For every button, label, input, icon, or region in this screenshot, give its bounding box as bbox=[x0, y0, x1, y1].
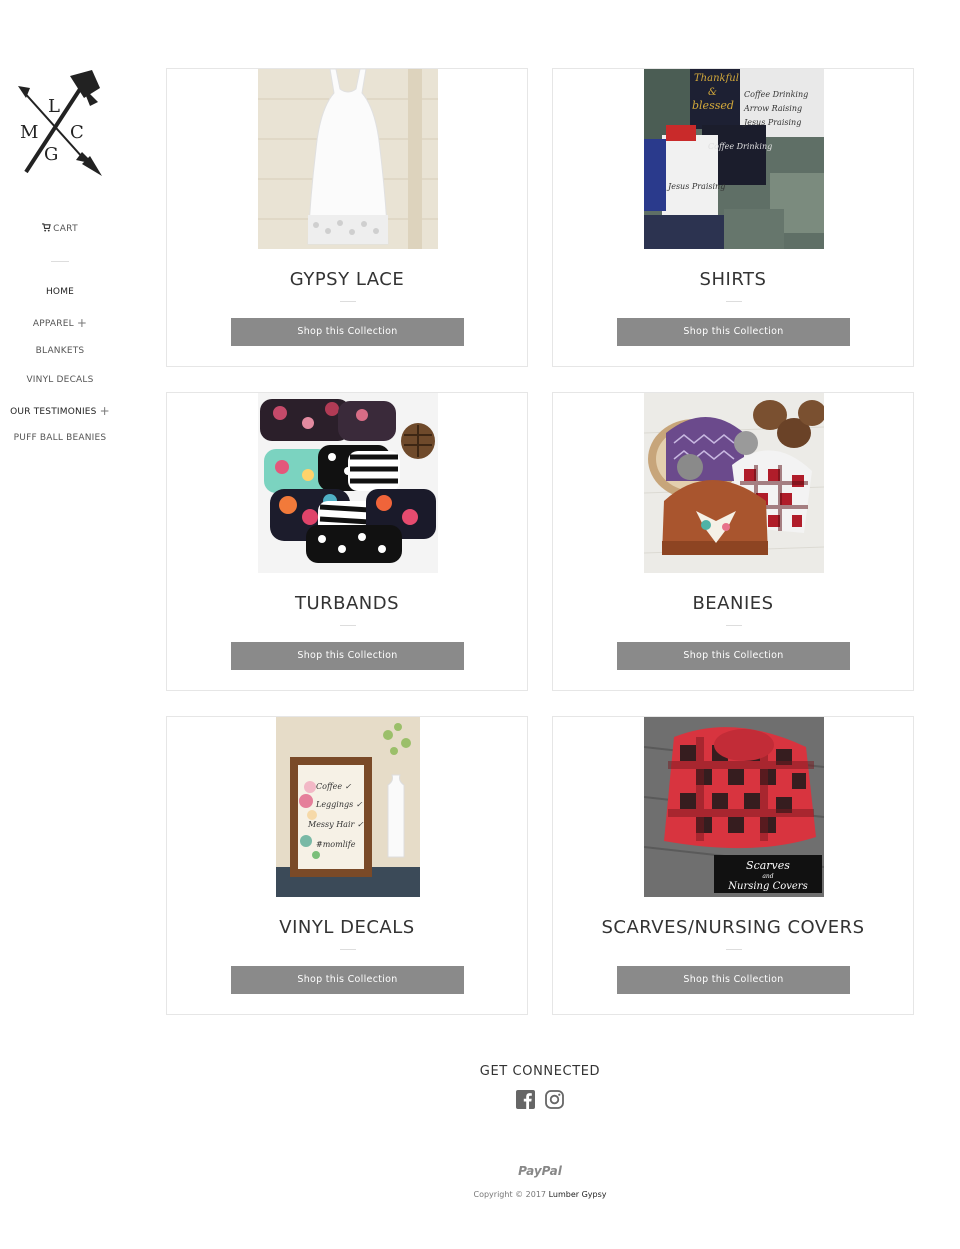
expand-plus-icon[interactable]: + bbox=[100, 404, 110, 418]
shirt-text: Coffee Drinking bbox=[744, 90, 808, 99]
nav-item-blankets[interactable]: BLANKETS bbox=[0, 346, 120, 375]
nav-item-home[interactable]: HOME bbox=[0, 287, 120, 316]
shop-collection-button[interactable]: Shop this Collection bbox=[617, 642, 850, 670]
shirt-text: Arrow Raising bbox=[743, 104, 802, 113]
scarf-text: Scarves bbox=[746, 859, 790, 872]
collection-image-shirts[interactable]: Thankful & blessed Coffee Drinking Arrow… bbox=[644, 69, 824, 249]
shirt-text: Jesus Praising bbox=[742, 118, 801, 127]
collection-title[interactable]: TURBANDS bbox=[167, 593, 527, 614]
shirt-text: Thankful bbox=[694, 73, 739, 84]
sidebar-divider bbox=[51, 261, 69, 262]
collection-title[interactable]: GYPSY LACE bbox=[167, 269, 527, 290]
nav-item-apparel[interactable]: APPAREL + bbox=[0, 316, 120, 345]
shirt-text: Coffee Drinking bbox=[708, 142, 772, 151]
facebook-icon[interactable] bbox=[516, 1090, 535, 1109]
store-logo[interactable]: L M C G bbox=[12, 68, 108, 180]
copyright-text: Copyright © 2017 bbox=[473, 1190, 547, 1199]
shop-collection-button[interactable]: Shop this Collection bbox=[231, 966, 464, 994]
copyright: Copyright © 2017 Lumber Gypsy bbox=[400, 1190, 680, 1199]
decal-text: Messy Hair ✓ bbox=[307, 820, 364, 829]
logo-letter-l: L bbox=[48, 96, 60, 117]
title-divider bbox=[726, 949, 742, 950]
get-connected-heading: GET CONNECTED bbox=[479, 1064, 601, 1079]
collection-card-scarves-nursing-covers[interactable]: Scarves and Nursing Covers SCARVES/NURSI… bbox=[552, 716, 914, 1015]
social-links bbox=[516, 1090, 564, 1109]
cart-link[interactable]: CART bbox=[0, 223, 120, 234]
brand-link[interactable]: Lumber Gypsy bbox=[549, 1190, 607, 1199]
nav-label: HOME bbox=[45, 287, 75, 297]
collection-title[interactable]: VINYL DECALS bbox=[167, 917, 527, 938]
nav-label: VINYL DECALS bbox=[26, 374, 94, 385]
title-divider bbox=[726, 625, 742, 626]
nav-item-puff-ball-beanies[interactable]: PUFF BALL BEANIES bbox=[0, 433, 120, 462]
shirt-text: blessed bbox=[692, 99, 734, 112]
collection-image-vinyl-decals[interactable]: Coffee ✓ Leggings ✓ Messy Hair ✓ #momlif… bbox=[276, 717, 420, 897]
paypal-badge: PayPal bbox=[518, 1164, 562, 1178]
scarf-text: Nursing Covers bbox=[727, 881, 807, 892]
cart-icon bbox=[42, 223, 51, 232]
cart-label: CART bbox=[53, 224, 78, 234]
shop-collection-button[interactable]: Shop this Collection bbox=[231, 642, 464, 670]
decal-text: #momlife bbox=[316, 840, 356, 849]
logo-letter-c: C bbox=[70, 122, 84, 143]
nav-label: PUFF BALL BEANIES bbox=[13, 433, 107, 444]
collection-card-turbands[interactable]: TURBANDS Shop this Collection bbox=[166, 392, 528, 691]
instagram-icon[interactable] bbox=[545, 1090, 564, 1109]
collection-card-vinyl-decals[interactable]: Coffee ✓ Leggings ✓ Messy Hair ✓ #momlif… bbox=[166, 716, 528, 1015]
collection-title[interactable]: BEANIES bbox=[553, 593, 913, 614]
title-divider bbox=[340, 625, 356, 626]
nav-label: OUR TESTIMONIES bbox=[10, 407, 97, 418]
nav-label: APPAREL bbox=[32, 319, 74, 330]
shop-collection-button[interactable]: Shop this Collection bbox=[617, 318, 850, 346]
logo-letter-m: M bbox=[20, 122, 38, 143]
sidebar: L M C G CART HOME APPAREL + BLANKETS VINY… bbox=[0, 0, 120, 1249]
shirt-text: & bbox=[708, 87, 717, 98]
title-divider bbox=[726, 301, 742, 302]
collection-card-beanies[interactable]: BEANIES Shop this Collection bbox=[552, 392, 914, 691]
shirt-text: Jesus Praising bbox=[666, 182, 725, 191]
expand-plus-icon[interactable]: + bbox=[77, 316, 87, 330]
collection-title[interactable]: SCARVES/NURSING COVERS bbox=[553, 917, 913, 938]
collection-card-gypsy-lace[interactable]: GYPSY LACE Shop this Collection bbox=[166, 68, 528, 367]
decal-text: Coffee ✓ bbox=[316, 782, 352, 791]
collection-image-beanies[interactable] bbox=[644, 393, 824, 573]
nav-label: BLANKETS bbox=[35, 345, 85, 356]
collection-title[interactable]: SHIRTS bbox=[553, 269, 913, 290]
collection-image-scarves-nursing-covers[interactable]: Scarves and Nursing Covers bbox=[644, 717, 824, 897]
scarf-text: and bbox=[762, 873, 773, 880]
logo-letter-g: G bbox=[44, 144, 58, 165]
collection-card-shirts[interactable]: Thankful & blessed Coffee Drinking Arrow… bbox=[552, 68, 914, 367]
title-divider bbox=[340, 301, 356, 302]
decal-text: Leggings ✓ bbox=[315, 800, 363, 809]
shop-collection-button[interactable]: Shop this Collection bbox=[231, 318, 464, 346]
collection-image-turbands[interactable] bbox=[258, 393, 438, 573]
main-nav: HOME APPAREL + BLANKETS VINYL DECALS OUR … bbox=[0, 287, 120, 463]
collection-image-gypsy-lace[interactable] bbox=[258, 69, 438, 249]
nav-item-our-testimonies[interactable]: OUR TESTIMONIES + bbox=[0, 404, 120, 433]
nav-item-vinyl-decals[interactable]: VINYL DECALS bbox=[0, 375, 120, 404]
shop-collection-button[interactable]: Shop this Collection bbox=[617, 966, 850, 994]
title-divider bbox=[340, 949, 356, 950]
